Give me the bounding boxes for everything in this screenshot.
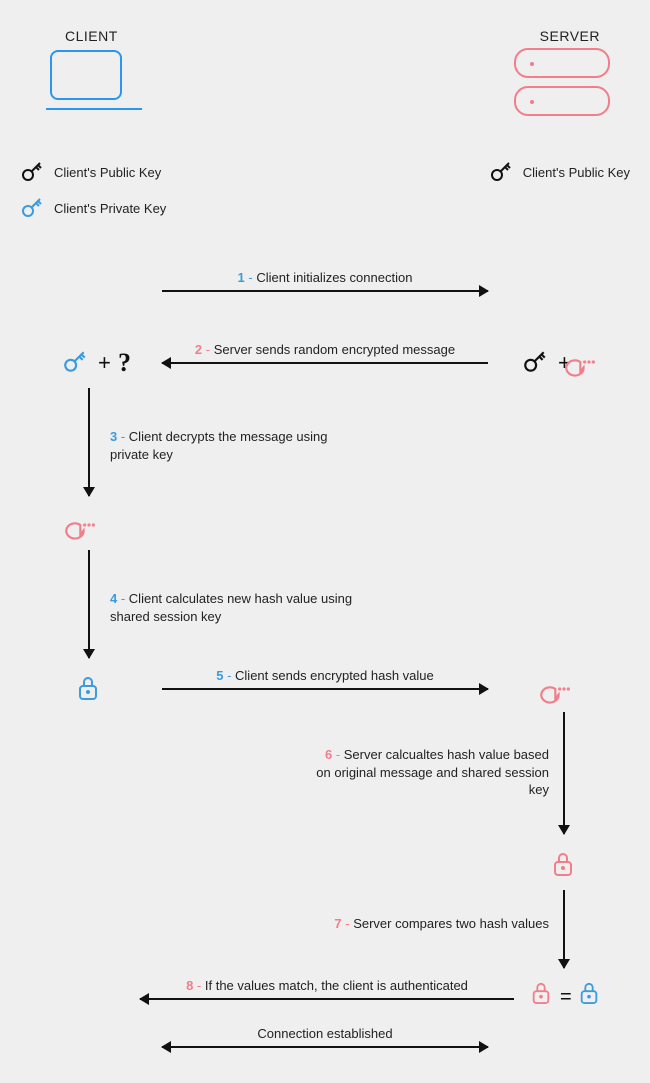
diagram-stage: CLIENT SERVER Client's Public Key Client… (0, 0, 650, 1083)
arrow-caption: 2 - Server sends random encrypted messag… (162, 342, 488, 357)
arrow-step1: 1 - Client initializes connection (162, 290, 488, 292)
equals-symbol: = (560, 986, 572, 1009)
client-header: CLIENT (65, 28, 118, 44)
arrow-caption: 4 - Client calculates new hash value usi… (110, 590, 370, 625)
message-icon (551, 676, 577, 702)
legend-client-public: Client's Public Key (20, 160, 161, 184)
arrow-caption: 8 - If the values match, the client is a… (140, 978, 514, 993)
arrow-caption: 7 - Server compares two hash values (309, 915, 549, 933)
arrow-step7: 7 - Server compares two hash values (563, 890, 565, 968)
key-icon (489, 160, 513, 184)
legend-label: Client's Private Key (54, 201, 166, 216)
key-icon (20, 196, 44, 220)
server-icon (514, 48, 610, 124)
lock-icon (530, 980, 552, 1006)
message-icon (76, 512, 102, 538)
server-header: SERVER (540, 28, 600, 44)
legend-server-public: Client's Public Key (489, 160, 630, 184)
lock-icon (578, 980, 600, 1006)
arrow-caption: 3 - Client decrypts the message using pr… (110, 428, 370, 463)
public-key-icon (522, 349, 548, 375)
plus-symbol: + (98, 350, 111, 376)
lock-icon (551, 850, 575, 878)
arrow-step5: 5 - Client sends encrypted hash value (162, 688, 488, 690)
arrow-step2: 2 - Server sends random encrypted messag… (162, 362, 488, 364)
arrow-caption: 6 - Server calcualtes hash value based o… (309, 746, 549, 799)
arrow-caption: 1 - Client initializes connection (162, 270, 488, 285)
question-symbol: ? (118, 348, 131, 378)
private-key-icon (62, 349, 88, 375)
arrow-step6: 6 - Server calcualtes hash value based o… (563, 712, 565, 834)
arrow-step3: 3 - Client decrypts the message using pr… (88, 388, 90, 496)
legend-label: Client's Public Key (54, 165, 161, 180)
lock-icon (76, 674, 100, 702)
arrow-caption: Connection established (162, 1026, 488, 1041)
message-icon (576, 349, 602, 375)
arrow-step8: 8 - If the values match, the client is a… (140, 998, 514, 1000)
legend-label: Client's Public Key (523, 165, 630, 180)
laptop-icon (46, 50, 126, 120)
arrow-step4: 4 - Client calculates new hash value usi… (88, 550, 90, 658)
legend-client-private: Client's Private Key (20, 196, 166, 220)
arrow-caption: 5 - Client sends encrypted hash value (162, 668, 488, 683)
arrow-final: Connection established (162, 1046, 488, 1048)
key-icon (20, 160, 44, 184)
